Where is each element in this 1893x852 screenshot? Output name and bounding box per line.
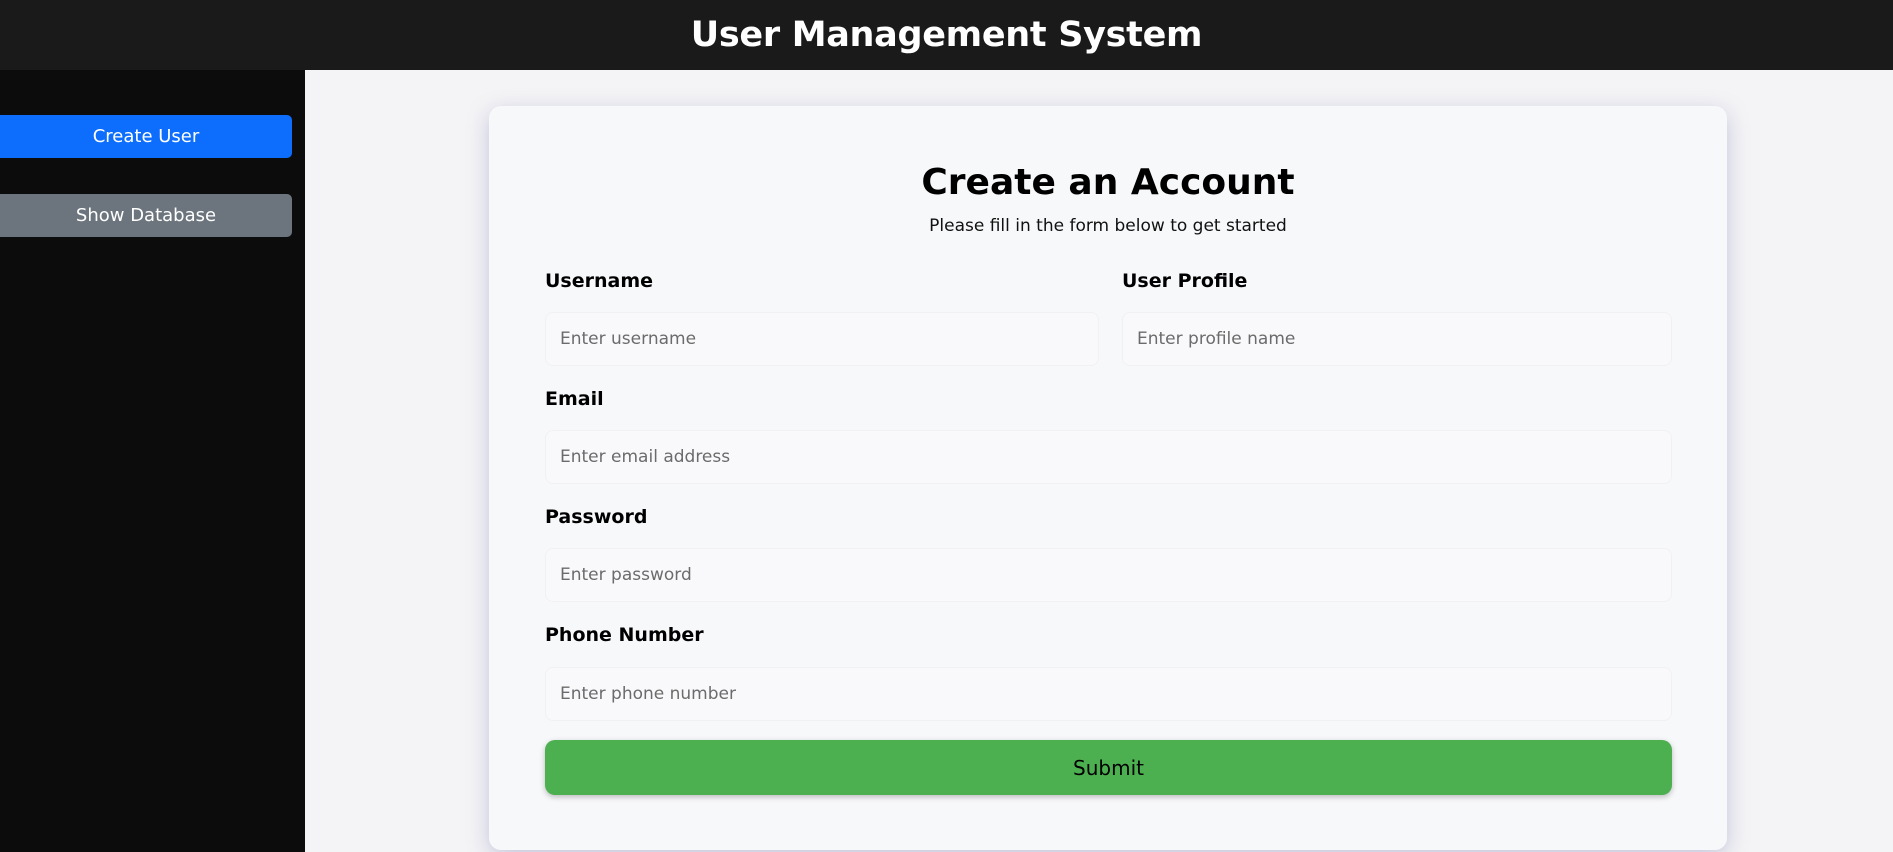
email-input[interactable] — [545, 430, 1672, 484]
password-label: Password — [545, 506, 648, 528]
sidebar: Create User Show Database — [0, 70, 305, 852]
main-content: Create an Account Please fill in the for… — [305, 70, 1893, 852]
form-title: Create an Account — [921, 162, 1295, 203]
email-label: Email — [545, 388, 604, 410]
create-account-form: Create an Account Please fill in the for… — [489, 106, 1727, 850]
username-input[interactable] — [545, 312, 1099, 366]
user-profile-input[interactable] — [1122, 312, 1672, 366]
phone-number-input[interactable] — [545, 667, 1672, 721]
user-profile-label: User Profile — [1122, 270, 1248, 292]
create-user-button[interactable]: Create User — [0, 115, 292, 158]
username-label: Username — [545, 270, 654, 292]
app-title: User Management System — [690, 15, 1203, 55]
submit-button[interactable]: Submit — [545, 740, 1672, 795]
app-header: User Management System — [0, 0, 1893, 70]
password-input[interactable] — [545, 548, 1672, 602]
show-database-button[interactable]: Show Database — [0, 194, 292, 237]
phone-number-label: Phone Number — [545, 624, 704, 646]
form-subtitle: Please fill in the form below to get sta… — [929, 216, 1287, 236]
